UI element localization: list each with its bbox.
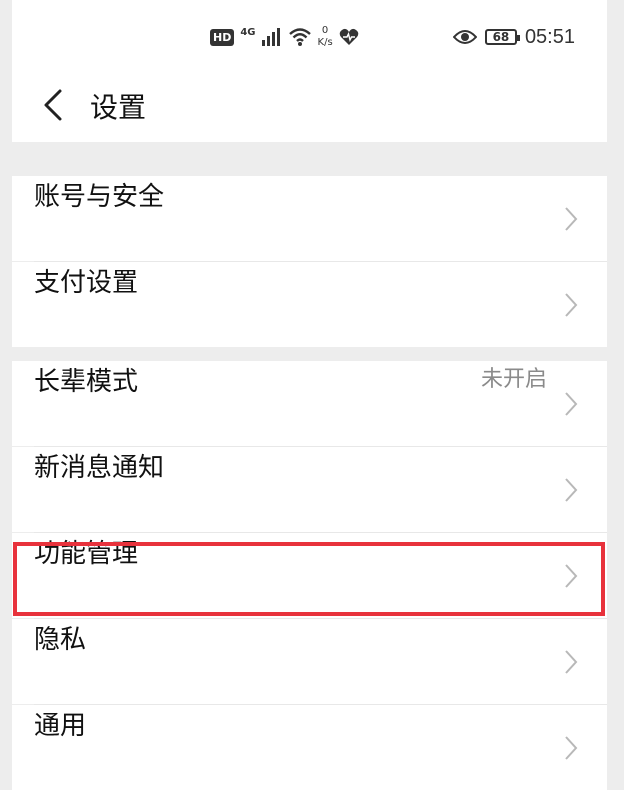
network-type: 4G [240,26,256,38]
speed-value: 0 [321,25,329,36]
settings-item-label: 通用 [34,711,87,741]
settings-item-label: 新消息通知 [34,453,165,483]
elder-mode-status: 未开启 [480,367,547,392]
network-speed: 0 K/s [318,25,333,49]
settings-item-account-security[interactable]: 账号与安全 [12,176,607,261]
page-title: 设置 [90,91,147,124]
hd-badge: HD [210,28,235,46]
settings-item-payment[interactable]: 支付设置 [12,262,607,347]
status-left-group: HD 4G 0 K/s [210,24,359,50]
settings-item-label: 账号与安全 [34,182,165,212]
settings-item-notifications[interactable]: 新消息通知 [12,447,607,532]
settings-item-features[interactable]: 功能管理 [12,533,607,618]
settings-item-privacy[interactable]: 隐私 [12,619,607,704]
chevron-right-icon [565,207,578,231]
chevron-right-icon [565,564,578,588]
heart-icon [339,28,358,45]
speed-unit: K/s [317,37,333,48]
signal-icon [261,28,280,46]
chevron-right-icon [565,478,578,502]
clock-time: 05:51 [524,25,575,48]
chevron-right-icon [565,392,578,416]
battery-icon: 68 [484,29,520,45]
status-right-group: 68 05:51 [452,24,575,50]
settings-item-label: 隐私 [34,625,87,655]
settings-item-label: 功能管理 [34,539,139,569]
chevron-right-icon [565,736,578,760]
settings-item-label: 支付设置 [34,268,139,298]
status-bar: HD 4G 0 K/s 68 05:51 [12,0,607,70]
settings-item-label: 长辈模式 [34,367,139,397]
chevron-right-icon [565,650,578,674]
chevron-right-icon [565,293,578,317]
settings-item-general[interactable]: 通用 [12,705,607,790]
eye-icon [452,30,477,44]
back-arrow-icon[interactable] [40,88,70,122]
page-header: 设置 [12,70,607,142]
wifi-icon [288,28,311,46]
settings-item-elder-mode[interactable]: 长辈模式 未开启 [12,361,607,446]
battery-level: 68 [492,30,510,44]
